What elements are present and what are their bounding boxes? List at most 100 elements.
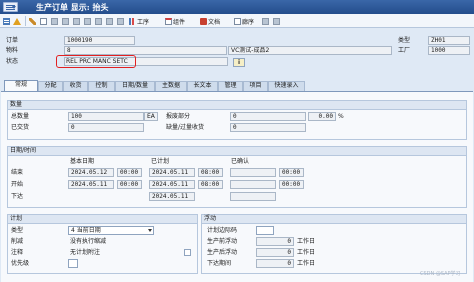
delivered-field[interactable]: 0 xyxy=(68,123,144,132)
scrap-percent-field[interactable]: 0.00 xyxy=(308,112,336,121)
quantity-group: 数量 总数量 100 EA 报废部分 0 0.00 % 已交货 0 缺量/过量收… xyxy=(7,100,467,140)
percent-sign: % xyxy=(338,113,344,120)
unit-field[interactable]: EA xyxy=(144,112,158,121)
toolbar-separator xyxy=(25,16,26,26)
float-after-field[interactable]: 0 xyxy=(256,248,294,257)
table-icon xyxy=(234,17,241,25)
list-icon xyxy=(262,17,269,25)
document-icon xyxy=(200,17,207,25)
documents-label: 文档 xyxy=(208,18,221,26)
tab-strip: 常规 分配 收货 控制 日期/数量 主数据 长文本 管理 项目 快速录入 xyxy=(0,80,474,91)
float-before-label: 生产前浮动 xyxy=(207,238,238,245)
grid-icon xyxy=(3,17,10,25)
float-header: 浮动 xyxy=(202,215,466,224)
tab-project[interactable]: 项目 xyxy=(243,81,268,91)
tab-assignment[interactable]: 分配 xyxy=(38,81,63,91)
documents-button[interactable]: 文档 xyxy=(200,16,220,26)
start-confirmed-time[interactable]: 00:00 xyxy=(279,180,304,189)
note-checkbox[interactable] xyxy=(184,249,191,256)
pencil-icon xyxy=(29,17,36,25)
sched-type-label: 类型 xyxy=(11,227,24,234)
window-title: 生产订单 显示: 抬头 xyxy=(36,2,109,12)
next-button[interactable] xyxy=(117,16,125,26)
edit-button[interactable] xyxy=(29,16,37,26)
float-before-field[interactable]: 0 xyxy=(256,237,294,246)
chevron-down-icon xyxy=(148,229,152,232)
flag-button[interactable] xyxy=(95,16,103,26)
float-after-label: 生产后浮动 xyxy=(207,249,238,256)
next-icon xyxy=(117,17,124,25)
planning-header: 计划 xyxy=(8,215,197,224)
tab-goods-receipt[interactable]: 收货 xyxy=(63,81,88,91)
short-field[interactable]: 0 xyxy=(230,123,306,132)
prev-button[interactable] xyxy=(106,16,114,26)
sched-type-select[interactable]: 4 当前日期 xyxy=(68,226,154,235)
dates-header: 日期/时间 xyxy=(8,147,466,156)
end-confirmed-date[interactable] xyxy=(230,168,276,177)
status-info-button[interactable]: i xyxy=(233,58,245,67)
type-field[interactable]: ZH01 xyxy=(428,36,470,45)
end-confirmed-time[interactable]: 00:00 xyxy=(279,168,304,177)
alert-button[interactable] xyxy=(13,16,22,26)
find-icon xyxy=(62,17,69,25)
tab-panel: 数量 总数量 100 EA 报废部分 0 0.00 % 已交货 0 缺量/过量收… xyxy=(1,91,473,282)
work-button[interactable]: 工序 xyxy=(129,16,149,26)
tab-general[interactable]: 常规 xyxy=(4,80,38,91)
release-scheduled-date[interactable]: 2024.05.11 xyxy=(149,192,195,201)
components-icon xyxy=(165,17,172,25)
delete-button[interactable] xyxy=(51,16,59,26)
quantity-header: 数量 xyxy=(8,101,466,110)
start-confirmed-date[interactable] xyxy=(230,180,276,189)
settings-button[interactable] xyxy=(84,16,92,26)
release-period-unit: 工作日 xyxy=(297,260,316,267)
order-field[interactable]: 1000190 xyxy=(64,36,135,45)
order-label: 订单 xyxy=(6,37,19,44)
scrap-label: 报废部分 xyxy=(166,113,191,120)
print-button[interactable] xyxy=(73,16,81,26)
planning-group: 计划 类型 4 当前日期 削减 没有执行缩减 注释 无计划附注 优先级 xyxy=(7,214,198,274)
start-scheduled-time[interactable]: 08:00 xyxy=(198,180,223,189)
note-value: 无计划附注 xyxy=(70,249,101,256)
priority-label: 优先级 xyxy=(11,260,30,267)
release-period-label: 下达期间 xyxy=(207,260,232,267)
float-before-unit: 工作日 xyxy=(297,238,316,245)
tab-dates-quantities[interactable]: 日期/数量 xyxy=(115,81,155,91)
end-basic-time[interactable]: 00:00 xyxy=(117,168,142,177)
scrap-field[interactable]: 0 xyxy=(230,112,306,121)
start-basic-date[interactable]: 2024.05.11 xyxy=(68,180,114,189)
extra-button[interactable] xyxy=(273,16,281,26)
components-button[interactable]: 组件 xyxy=(165,16,185,26)
end-scheduled-date[interactable]: 2024.05.11 xyxy=(149,168,195,177)
tab-long-text[interactable]: 长文本 xyxy=(187,81,218,91)
total-qty-field[interactable]: 100 xyxy=(68,112,144,121)
tab-quick-entry[interactable]: 快速录入 xyxy=(268,81,305,91)
material-description: VC测试-成品2 xyxy=(228,46,392,55)
delete-icon xyxy=(51,17,58,25)
application-toolbar: 工序 组件 文档 廊序 xyxy=(0,14,474,28)
copy-button[interactable] xyxy=(40,16,48,26)
plant-field[interactable]: 1000 xyxy=(428,46,470,55)
find-button[interactable] xyxy=(62,16,70,26)
end-basic-date[interactable]: 2024.05.12 xyxy=(68,168,114,177)
reduction-label: 削减 xyxy=(11,238,24,245)
overview2-button[interactable] xyxy=(262,16,270,26)
menu-icon[interactable] xyxy=(3,2,18,12)
note-label: 注释 xyxy=(11,249,24,256)
release-confirmed-date[interactable] xyxy=(230,192,276,201)
start-label: 开始 xyxy=(11,181,24,188)
start-scheduled-date[interactable]: 2024.05.11 xyxy=(149,180,195,189)
end-scheduled-time[interactable]: 08:00 xyxy=(198,168,223,177)
material-field[interactable]: 8 xyxy=(64,46,227,55)
total-qty-label: 总数量 xyxy=(11,113,30,120)
release-period-field[interactable]: 0 xyxy=(256,259,294,268)
start-basic-time[interactable]: 00:00 xyxy=(117,180,142,189)
overview-button[interactable] xyxy=(3,16,11,26)
table-button[interactable]: 廊序 xyxy=(234,16,254,26)
tab-control[interactable]: 控制 xyxy=(88,81,115,91)
priority-field[interactable] xyxy=(68,259,78,268)
tab-master-data[interactable]: 主数据 xyxy=(155,81,187,91)
title-bar: 生产订单 显示: 抬头 xyxy=(0,0,474,14)
release-label: 下达 xyxy=(11,193,24,200)
tab-administration[interactable]: 管理 xyxy=(218,81,243,91)
margin-key-field[interactable] xyxy=(256,226,274,235)
